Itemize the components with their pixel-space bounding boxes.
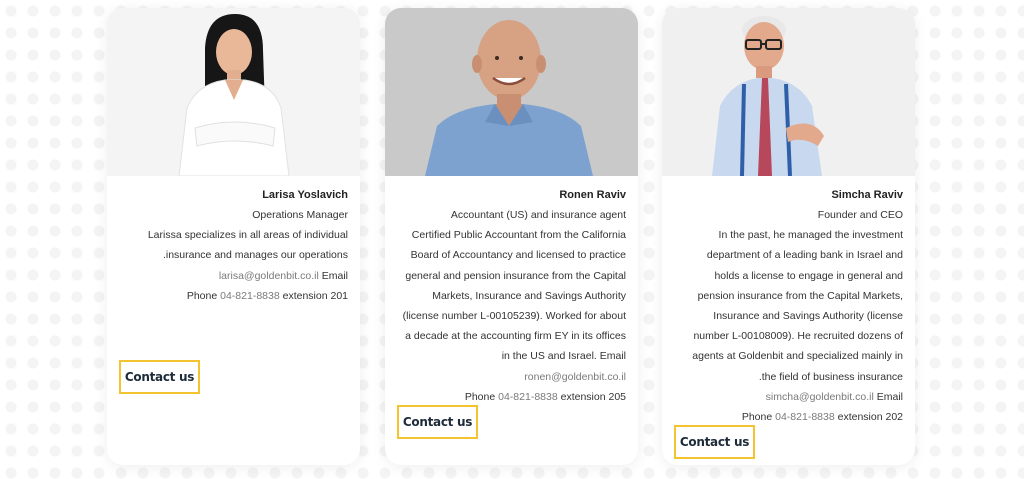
email-link[interactable]: larisa@goldenbit.co.il xyxy=(219,270,319,282)
phone-line: Phone 04-821-8838 extension 205 xyxy=(397,387,626,407)
team-card-simcha: Simcha Raviv Founder and CEO In the past… xyxy=(662,8,915,465)
email-label: Email xyxy=(876,390,903,403)
phone-label: Phone xyxy=(464,390,496,403)
member-name: Ronen Raviv xyxy=(559,189,626,201)
team-card-larisa: Larisa Yoslavich Operations Manager Lari… xyxy=(107,8,360,465)
member-role: Accountant (US) and insurance agent xyxy=(450,209,626,221)
member-name: Larisa Yoslavich xyxy=(262,189,348,201)
member-description: Larissa specializes in all areas of indi… xyxy=(147,229,348,262)
phone-label: Phone xyxy=(741,411,773,424)
email-line: simcha@goldenbit.co.il Email xyxy=(674,387,903,407)
phone-extension: extension 201 xyxy=(282,289,348,302)
team-card-ronen: Ronen Raviv Accountant (US) and insuranc… xyxy=(385,8,638,465)
email-link[interactable]: ronen@goldenbit.co.il xyxy=(524,371,626,383)
phone-link[interactable]: 04-821-8838 xyxy=(498,391,558,403)
contact-us-button[interactable]: Contact us xyxy=(674,425,755,459)
email-link[interactable]: simcha@goldenbit.co.il xyxy=(766,391,874,403)
member-name: Simcha Raviv xyxy=(831,189,903,201)
email-line: larisa@goldenbit.co.il Email xyxy=(119,266,348,286)
phone-line: Phone 04-821-8838 extension 201 xyxy=(119,286,348,306)
profile-photo xyxy=(107,8,360,176)
member-description: In the past, he managed the investment d… xyxy=(692,229,903,383)
profile-photo xyxy=(662,8,915,176)
phone-extension: extension 205 xyxy=(560,390,626,403)
email-line: ronen@goldenbit.co.il xyxy=(397,367,626,387)
member-role: Founder and CEO xyxy=(817,209,903,221)
phone-extension: extension 202 xyxy=(837,411,903,424)
member-description: Certified Public Accountant from the Cal… xyxy=(402,229,626,363)
contact-us-button[interactable]: Contact us xyxy=(119,360,200,394)
contact-us-button[interactable]: Contact us xyxy=(397,405,478,439)
profile-photo xyxy=(385,8,638,176)
phone-link[interactable]: 04-821-8838 xyxy=(220,290,280,302)
phone-link[interactable]: 04-821-8838 xyxy=(775,411,835,423)
phone-label: Phone xyxy=(186,289,218,302)
email-label: Email xyxy=(321,269,348,282)
member-role: Operations Manager xyxy=(252,209,348,221)
